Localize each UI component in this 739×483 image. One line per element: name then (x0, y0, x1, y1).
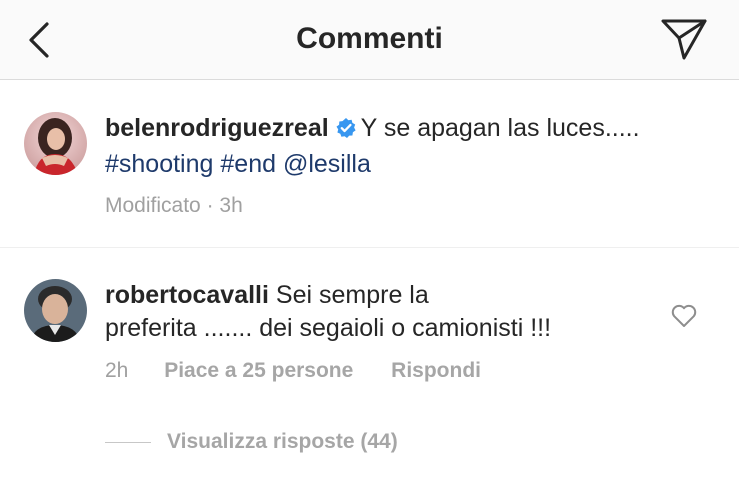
divider (0, 247, 739, 248)
comment-text-line-2: preferita ....... dei segaioli o camioni… (105, 314, 552, 342)
caption-time: 3h (219, 194, 243, 217)
verified-badge-icon (335, 115, 357, 148)
replies-divider-line (105, 441, 151, 443)
chevron-left-icon (29, 22, 49, 58)
mention-link[interactable]: @lesilla (283, 150, 371, 178)
meta-separator: · (206, 194, 214, 217)
back-button[interactable] (22, 18, 56, 62)
comment-actions: 2h Piace a 25 persone Rispondi (105, 358, 481, 384)
page-title: Commenti (296, 22, 443, 55)
comment-body: robertocavalli Sei sempre la preferita .… (105, 279, 645, 345)
reply-button[interactable]: Rispondi (391, 358, 481, 384)
commenter-username[interactable]: robertocavalli (105, 281, 269, 309)
caption-meta: Modificato · 3h (105, 193, 243, 219)
commenter-avatar-image (24, 279, 87, 342)
view-replies-label[interactable]: Visualizza risposte (44) (167, 429, 398, 455)
author-avatar-image (24, 112, 87, 175)
commenter-avatar[interactable] (24, 279, 87, 342)
hashtag-link[interactable]: #shooting (105, 150, 213, 178)
heart-icon (671, 304, 697, 327)
paper-plane-icon (661, 19, 707, 60)
header-bar: Commenti (0, 0, 739, 80)
like-button[interactable] (668, 302, 700, 330)
comment-time: 2h (105, 359, 129, 382)
view-replies-button[interactable]: Visualizza risposte (44) (105, 429, 398, 455)
caption-text: Y se apagan las luces..... (360, 114, 640, 142)
post-caption: belenrodriguezreal Y se apagan las luces… (105, 112, 715, 181)
hashtag-link[interactable]: #end (220, 150, 276, 178)
edited-label: Modificato (105, 194, 201, 217)
share-button[interactable] (656, 14, 712, 64)
comment-text-line-1: Sei sempre la (275, 281, 429, 309)
author-username[interactable]: belenrodriguezreal (105, 114, 329, 142)
author-avatar[interactable] (24, 112, 87, 175)
likes-count-link[interactable]: Piace a 25 persone (164, 358, 353, 384)
